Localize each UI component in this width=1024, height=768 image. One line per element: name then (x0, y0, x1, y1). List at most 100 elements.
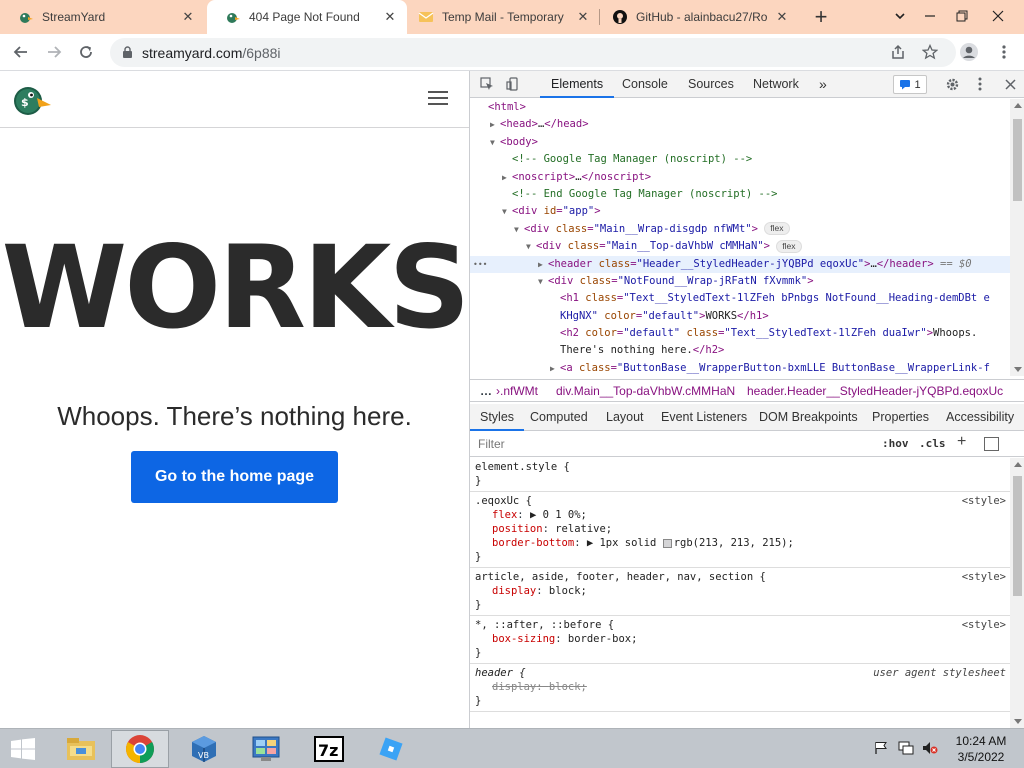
settings-gear-icon[interactable] (943, 75, 961, 93)
tab-404-page-not-found[interactable]: 404 Page Not Found ✕ (207, 0, 407, 34)
style-rule[interactable]: article, aside, footer, header, nav, sec… (470, 568, 1010, 616)
breadcrumb-item[interactable]: div.Main__Top-daVhbW.cMMHaN (556, 384, 735, 398)
devtools-menu-icon[interactable] (971, 75, 989, 93)
dom-tree[interactable]: <html> ▶ <head>…</head> ▼ <body> <!-- Google … (470, 99, 1010, 376)
tab-dom-breakpoints[interactable]: DOM Breakpoints (759, 404, 858, 431)
collapse-triangle-icon[interactable]: ▼ (490, 134, 500, 151)
rule-source-link[interactable]: <style> (962, 618, 1006, 632)
close-tab-icon[interactable]: ✕ (381, 8, 399, 26)
back-button[interactable] (7, 38, 35, 66)
dom-node[interactable]: ▼ <div class="NotFound__Wrap-jRFatN fXvmm… (470, 273, 1010, 290)
rule-source-link[interactable]: <style> (962, 494, 1006, 508)
style-rule[interactable]: header {user agent stylesheet display: bl… (470, 664, 1010, 712)
dom-node[interactable]: ▼ <div id="app"> (470, 203, 1010, 220)
minimize-window-button[interactable] (915, 2, 945, 30)
styles-filter-input[interactable]: Filter (478, 437, 505, 451)
breadcrumb-item-selected[interactable]: header.Header__StyledHeader-jYQBPd.eqoxU… (747, 384, 1003, 398)
address-bar[interactable]: streamyard.com/6p88i (110, 38, 956, 67)
property-name[interactable]: flex (492, 509, 517, 521)
toggle-sidebar-icon[interactable] (984, 437, 999, 451)
style-rule[interactable]: element.style {} (470, 458, 1010, 492)
collapse-triangle-icon[interactable]: ▼ (538, 273, 548, 290)
virtualbox-taskbar-icon[interactable]: VB (175, 730, 233, 768)
style-rule[interactable]: .eqoxUc {<style> flex: ▶ 0 1 0%; position:… (470, 492, 1010, 568)
restore-window-button[interactable] (947, 2, 977, 30)
dom-node[interactable]: <!-- End Google Tag Manager (noscript) -… (470, 186, 1010, 203)
property-name[interactable]: position (492, 523, 543, 535)
close-tab-icon[interactable]: ✕ (773, 8, 791, 26)
property-value[interactable]: rgb(213, 213, 215); (674, 537, 794, 549)
tab-streamyard[interactable]: StreamYard ✕ (0, 0, 205, 34)
hover-state-toggle[interactable]: :hov (882, 437, 909, 450)
expand-triangle-icon[interactable]: ▶ (502, 169, 512, 186)
tab-event-listeners[interactable]: Event Listeners (661, 404, 747, 431)
profile-avatar-icon[interactable] (955, 38, 983, 66)
close-window-button[interactable] (983, 2, 1013, 30)
tab-console[interactable]: Console (622, 71, 668, 98)
rule-selector[interactable]: element.style { (475, 460, 1005, 474)
property-name[interactable]: display (492, 585, 536, 597)
tab-accessibility[interactable]: Accessibility (946, 404, 1014, 431)
tab-styles[interactable]: Styles (470, 404, 525, 431)
control-panel-taskbar-icon[interactable] (237, 730, 295, 768)
property-value[interactable]: ▶ 1px solid (587, 537, 663, 549)
expand-triangle-icon[interactable]: ▶ (490, 116, 500, 133)
style-property[interactable]: display: block; (475, 680, 1005, 694)
more-tabs-chevron-icon[interactable]: » (819, 71, 827, 98)
dom-node[interactable]: ▶ <noscript>…</noscript> (470, 169, 1010, 186)
tab-properties[interactable]: Properties (872, 404, 929, 431)
color-swatch-icon[interactable] (662, 538, 672, 548)
property-name[interactable]: border-bottom (492, 537, 574, 549)
reload-button[interactable] (72, 38, 100, 66)
tab-sources[interactable]: Sources (688, 71, 734, 98)
dom-node[interactable]: <h2 color="default" class="Text__StyledT… (470, 325, 1010, 342)
tab-temp-mail[interactable]: Temp Mail - Temporary D ✕ (400, 0, 600, 34)
rule-selector[interactable]: *, ::after, ::before { (475, 618, 1005, 632)
rule-source-link[interactable]: user agent stylesheet (873, 666, 1006, 680)
issues-badge[interactable]: 1 (893, 75, 927, 94)
share-icon[interactable] (884, 38, 912, 66)
property-value[interactable]: border-box; (568, 633, 638, 645)
collapse-triangle-icon[interactable]: ▼ (502, 203, 512, 220)
device-toolbar-icon[interactable] (504, 75, 522, 93)
tab-network[interactable]: Network (753, 71, 799, 98)
property-name[interactable]: display (492, 681, 536, 693)
collapse-triangle-icon[interactable]: ▼ (514, 221, 524, 238)
chrome-menu-icon[interactable] (990, 38, 1018, 66)
dom-node[interactable]: <h1 class="Text__StyledText-1lZFeh bPnbg… (470, 290, 1010, 307)
close-devtools-icon[interactable] (1001, 75, 1019, 93)
inspect-element-icon[interactable] (478, 75, 496, 93)
tab-elements[interactable]: Elements (540, 71, 615, 98)
rule-selector[interactable]: .eqoxUc { (475, 494, 1005, 508)
rule-selector[interactable]: article, aside, footer, header, nav, sec… (475, 570, 1005, 584)
expand-triangle-icon[interactable]: ▶ (538, 256, 548, 273)
action-center-flag-icon[interactable] (872, 739, 890, 757)
close-tab-icon[interactable]: ✕ (574, 8, 592, 26)
roblox-studio-taskbar-icon[interactable] (362, 730, 420, 768)
chrome-taskbar-icon[interactable] (111, 730, 169, 768)
hamburger-menu-icon[interactable] (428, 91, 448, 107)
style-property[interactable]: box-sizing: border-box; (475, 632, 1005, 646)
dom-node[interactable]: KHgNX" color="default">WORKS</h1> (470, 308, 1010, 325)
dom-node[interactable]: ▼ <div class="Main__Top-daVhbW cMMHaN"> f… (470, 238, 1010, 255)
breadcrumb-overflow[interactable]: … (480, 384, 492, 398)
style-property[interactable]: border-bottom: ▶ 1px solid rgb(213, 213,… (475, 536, 1005, 550)
class-toggle[interactable]: .cls (919, 437, 946, 450)
tab-computed[interactable]: Computed (530, 404, 588, 431)
rule-source-link[interactable]: <style> (962, 570, 1006, 584)
property-value[interactable]: block; (549, 681, 587, 693)
style-property[interactable]: display: block; (475, 584, 1005, 598)
volume-muted-icon[interactable] (921, 739, 939, 757)
style-rules[interactable]: element.style {} .eqoxUc {<style> flex: ▶ … (470, 458, 1010, 728)
windows-start-button[interactable] (6, 735, 40, 763)
dom-node-selected[interactable]: ••• ▶ <header class="Header__StyledHeader-… (470, 255, 1010, 273)
dom-node[interactable]: <html> (470, 99, 1010, 116)
styles-scrollbar[interactable] (1010, 458, 1024, 728)
dom-node[interactable]: ▶ <a class="ButtonBase__WrapperButton-bxm… (470, 360, 1010, 376)
dom-node[interactable]: ▶ <head>…</head> (470, 116, 1010, 133)
forward-button[interactable] (40, 38, 68, 66)
style-property[interactable]: position: relative; (475, 522, 1005, 536)
property-name[interactable]: box-sizing (492, 633, 555, 645)
lock-icon[interactable] (120, 46, 134, 60)
style-rule[interactable]: *, ::after, ::before {<style> box-sizing:… (470, 616, 1010, 664)
